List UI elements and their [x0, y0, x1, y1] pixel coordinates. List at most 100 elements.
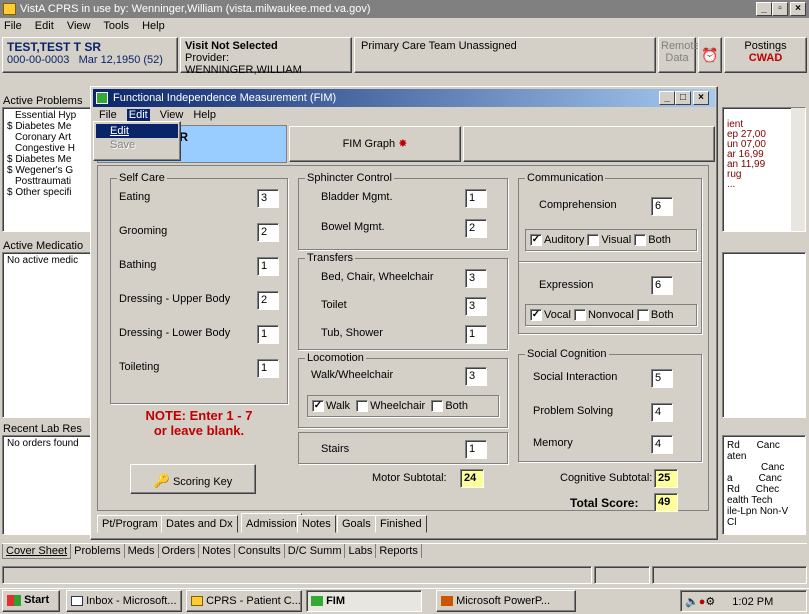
list-item[interactable]: Coronary Art	[7, 132, 93, 143]
labs-list[interactable]: No orders found	[2, 435, 98, 535]
list-item[interactable]: Posttraumati	[7, 176, 93, 187]
toileting-field[interactable]: 1	[257, 359, 279, 378]
taskbar-item-powerpoint[interactable]: Microsoft PowerP...	[436, 590, 576, 612]
alarm-clock-button[interactable]: ⏰	[698, 37, 722, 73]
list-item[interactable]: ealth Tech	[727, 495, 801, 506]
tab-dates-dx[interactable]: Dates and Dx	[161, 515, 238, 533]
list-item[interactable]: ile-Lpn Non-V	[727, 506, 801, 517]
right-bottom-list[interactable]: Rd Canc aten Canc a Canc Rd Chec ealth Tec…	[722, 435, 806, 535]
minimize-button[interactable]: _	[756, 2, 772, 16]
taskbar-item-inbox[interactable]: Inbox - Microsoft...	[66, 590, 182, 612]
network-icon[interactable]: ⚙	[705, 596, 715, 608]
tab-labs[interactable]: Labs	[345, 544, 377, 558]
list-item[interactable]: $ Other specifi	[7, 187, 93, 198]
bowel-field[interactable]: 2	[465, 219, 487, 238]
tab-finished[interactable]: Finished	[375, 515, 427, 533]
bathing-field[interactable]: 1	[257, 257, 279, 276]
expression-field[interactable]: 6	[651, 276, 673, 295]
tab-pt-program[interactable]: Pt/Program	[97, 515, 163, 533]
fim-close-button[interactable]: ×	[693, 91, 709, 105]
expr-both-checkbox[interactable]: Both	[636, 309, 674, 322]
tab-notes[interactable]: Notes	[297, 515, 336, 533]
problem-solving-field[interactable]: 4	[651, 403, 673, 422]
tab-admission[interactable]: Admission	[241, 513, 302, 533]
visit-panel[interactable]: Visit Not Selected Provider: WENNINGER,W…	[180, 37, 352, 76]
fim-menu-help[interactable]: Help	[193, 109, 216, 121]
eating-field[interactable]: 3	[257, 189, 279, 208]
memory-field[interactable]: 4	[651, 435, 673, 454]
list-item[interactable]: Rd Canc	[727, 440, 801, 451]
list-item[interactable]: No active medic	[7, 255, 93, 266]
tab-orders[interactable]: Orders	[159, 544, 200, 558]
list-item[interactable]: Canc	[727, 462, 801, 473]
medications-list[interactable]: No active medic	[2, 252, 98, 418]
menu-tools[interactable]: Tools	[103, 20, 129, 32]
problems-list[interactable]: Essential Hyp $ Diabetes Me Coronary Art…	[2, 107, 98, 232]
menu-edit[interactable]: Edit	[35, 20, 54, 32]
menu-help[interactable]: Help	[142, 20, 165, 32]
wheelchair-checkbox[interactable]: Wheelchair	[356, 400, 425, 413]
toilet-field[interactable]: 3	[465, 297, 487, 316]
list-item[interactable]: Rd Chec	[727, 484, 801, 495]
list-item[interactable]: $ Wegener's G	[7, 165, 93, 176]
auditory-checkbox[interactable]: ✓ Auditory	[530, 234, 584, 247]
vocal-checkbox[interactable]: ✓ Vocal	[530, 309, 571, 322]
clock[interactable]: 1:02 PM	[732, 596, 773, 608]
bed-chair-field[interactable]: 3	[465, 269, 487, 288]
scoring-key-button[interactable]: 🔑 Scoring Key	[130, 464, 256, 494]
tab-meds[interactable]: Meds	[125, 544, 159, 558]
remote-data-button[interactable]: Remote Data	[658, 37, 700, 73]
menu-file[interactable]: File	[4, 20, 22, 32]
tab-consults[interactable]: Consults	[235, 544, 285, 558]
postings-button[interactable]: Postings CWAD	[724, 37, 807, 73]
dressing-upper-field[interactable]: 2	[257, 291, 279, 310]
list-item[interactable]: Cl	[727, 517, 801, 528]
dressing-lower-field[interactable]: 1	[257, 325, 279, 344]
fim-maximize-button[interactable]: □	[675, 91, 691, 105]
list-item[interactable]: $ Diabetes Me	[7, 154, 93, 165]
list-item[interactable]: ...	[727, 180, 801, 190]
visual-checkbox[interactable]: Visual	[587, 234, 631, 247]
bladder-field[interactable]: 1	[465, 189, 487, 208]
taskbar-item-cprs[interactable]: CPRS - Patient C...	[186, 590, 302, 612]
list-item[interactable]: a Canc	[727, 473, 801, 484]
fim-menu-view[interactable]: View	[160, 109, 184, 121]
tab-cover-sheet[interactable]: Cover Sheet	[2, 544, 72, 559]
comprehension-field[interactable]: 6	[651, 197, 673, 216]
list-item[interactable]: Essential Hyp	[7, 110, 93, 121]
tab-problems[interactable]: Problems	[71, 544, 125, 558]
list-item[interactable]: aten	[727, 451, 801, 462]
edit-menu-item-edit[interactable]: Edit	[96, 124, 178, 138]
taskbar-item-fim[interactable]: FIM	[306, 590, 422, 612]
edit-menu-item-save[interactable]: Save	[96, 138, 178, 152]
maximize-button[interactable]: ▫	[772, 2, 788, 16]
team-panel[interactable]: Primary Care Team Unassigned	[354, 37, 656, 73]
walk-wheelchair-field[interactable]: 3	[465, 367, 487, 386]
fim-menu-edit[interactable]: Edit	[126, 109, 150, 121]
scrollbar[interactable]	[791, 108, 805, 231]
grooming-field[interactable]: 2	[257, 223, 279, 242]
tub-shower-field[interactable]: 1	[465, 325, 487, 344]
patient-header[interactable]: TEST,TEST T SR 000-00-0003 Mar 12,1950 (…	[2, 37, 178, 73]
list-item[interactable]: Congestive H	[7, 143, 93, 154]
tab-reports[interactable]: Reports	[376, 544, 422, 558]
fim-graph-button[interactable]: FIM Graph ✸	[289, 126, 461, 162]
fim-minimize-button[interactable]: _	[659, 91, 675, 105]
speaker-icon[interactable]: 🔈	[685, 596, 699, 608]
comp-both-checkbox[interactable]: Both	[634, 234, 671, 247]
nonvocal-checkbox[interactable]: Nonvocal	[573, 309, 634, 322]
walk-checkbox[interactable]: ✓ Walk	[312, 400, 350, 413]
list-item[interactable]: No orders found	[7, 438, 93, 449]
close-button[interactable]: ×	[790, 2, 806, 16]
tab-dc-summ[interactable]: D/C Summ	[285, 544, 346, 558]
both-checkbox[interactable]: Both	[431, 400, 468, 413]
fim-menu-file[interactable]: File	[99, 109, 117, 121]
stairs-field[interactable]: 1	[465, 440, 487, 459]
start-button[interactable]: Start	[2, 590, 60, 612]
tab-goals[interactable]: Goals	[337, 515, 376, 533]
right-top-list[interactable]: ient ep 27,00 un 07,00 ar 16,99 an 11,99…	[722, 107, 806, 232]
list-item[interactable]: rug	[727, 170, 801, 180]
list-item[interactable]: $ Diabetes Me	[7, 121, 93, 132]
social-interaction-field[interactable]: 5	[651, 369, 673, 388]
tab-notes[interactable]: Notes	[199, 544, 235, 558]
